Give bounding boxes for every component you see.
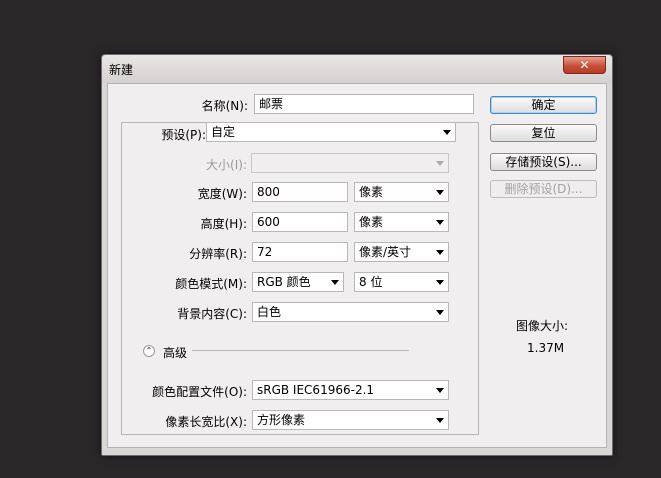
chevron-down-icon (436, 250, 444, 255)
chevron-down-icon (436, 418, 444, 423)
dialog-title: 新建 (109, 63, 134, 77)
width-label: 宽度(W): (197, 187, 247, 201)
pixel-aspect-value: 方形像素 (257, 413, 306, 427)
close-icon: ✕ (579, 58, 590, 72)
background-select[interactable]: 白色 (252, 302, 449, 322)
size-select[interactable] (251, 153, 449, 173)
preset-label: 预设(P): (161, 128, 206, 142)
image-size-value: 1.37M (527, 341, 565, 355)
chevron-down-icon (436, 388, 444, 393)
chevron-down-icon (436, 190, 444, 195)
preset-value: 自定 (211, 125, 236, 139)
width-unit-value: 像素 (359, 185, 384, 199)
pixel-aspect-label: 像素长宽比(X): (165, 415, 247, 429)
bit-depth-value: 8 位 (359, 275, 383, 289)
chevron-down-icon (331, 280, 339, 285)
reset-button[interactable]: 复位 (490, 124, 597, 142)
color-profile-select[interactable]: sRGB IEC61966-2.1 (252, 380, 449, 400)
ok-button[interactable]: 确定 (490, 96, 597, 114)
color-mode-label: 颜色模式(M): (175, 277, 247, 291)
chevron-down-icon (436, 280, 444, 285)
save-preset-button[interactable]: 存储预设(S)... (490, 153, 597, 171)
pixel-aspect-select[interactable]: 方形像素 (252, 410, 449, 430)
color-profile-label: 颜色配置文件(O): (152, 385, 247, 399)
chevron-down-icon (436, 220, 444, 225)
bit-depth-select[interactable]: 8 位 (354, 272, 449, 292)
image-size-label: 图像大小: (516, 319, 569, 333)
size-label: 大小(I): (206, 158, 247, 172)
chevron-down-icon (436, 310, 444, 315)
height-label: 高度(H): (200, 217, 247, 231)
close-button[interactable]: ✕ (563, 56, 606, 74)
chevron-down-icon (443, 130, 451, 135)
preset-select[interactable]: 自定 (206, 122, 456, 142)
resolution-input[interactable]: 72 (252, 242, 348, 262)
color-mode-value: RGB 颜色 (257, 275, 311, 289)
dialog-body: 名称(N): 邮票 预设(P): 自定 大小(I): 宽度(W): 800 像素… (107, 83, 607, 448)
resolution-unit-value: 像素/英寸 (359, 245, 412, 259)
chevron-up-icon: ⌃ (145, 346, 153, 355)
chevron-down-icon (436, 161, 444, 166)
delete-preset-button[interactable]: 删除预设(D)... (490, 180, 597, 198)
width-input[interactable]: 800 (252, 182, 348, 202)
advanced-divider (192, 350, 409, 351)
name-input[interactable]: 邮票 (254, 94, 474, 114)
color-mode-select[interactable]: RGB 颜色 (252, 272, 344, 292)
resolution-unit-select[interactable]: 像素/英寸 (354, 242, 449, 262)
resolution-label: 分辨率(R): (189, 247, 247, 261)
color-profile-value: sRGB IEC61966-2.1 (257, 383, 375, 397)
dialog-titlebar[interactable]: 新建 ✕ (102, 55, 612, 83)
background-value: 白色 (257, 305, 282, 319)
width-unit-select[interactable]: 像素 (354, 182, 449, 202)
background-label: 背景内容(C): (177, 307, 247, 321)
height-unit-value: 像素 (359, 215, 384, 229)
height-unit-select[interactable]: 像素 (354, 212, 449, 232)
advanced-toggle-button[interactable]: ⌃ (143, 345, 155, 357)
new-document-dialog: 新建 ✕ 名称(N): 邮票 预设(P): 自定 大小(I): 宽度(W): 8… (101, 54, 613, 456)
advanced-label: 高级 (163, 346, 188, 360)
height-input[interactable]: 600 (252, 212, 348, 232)
name-label: 名称(N): (201, 99, 248, 113)
